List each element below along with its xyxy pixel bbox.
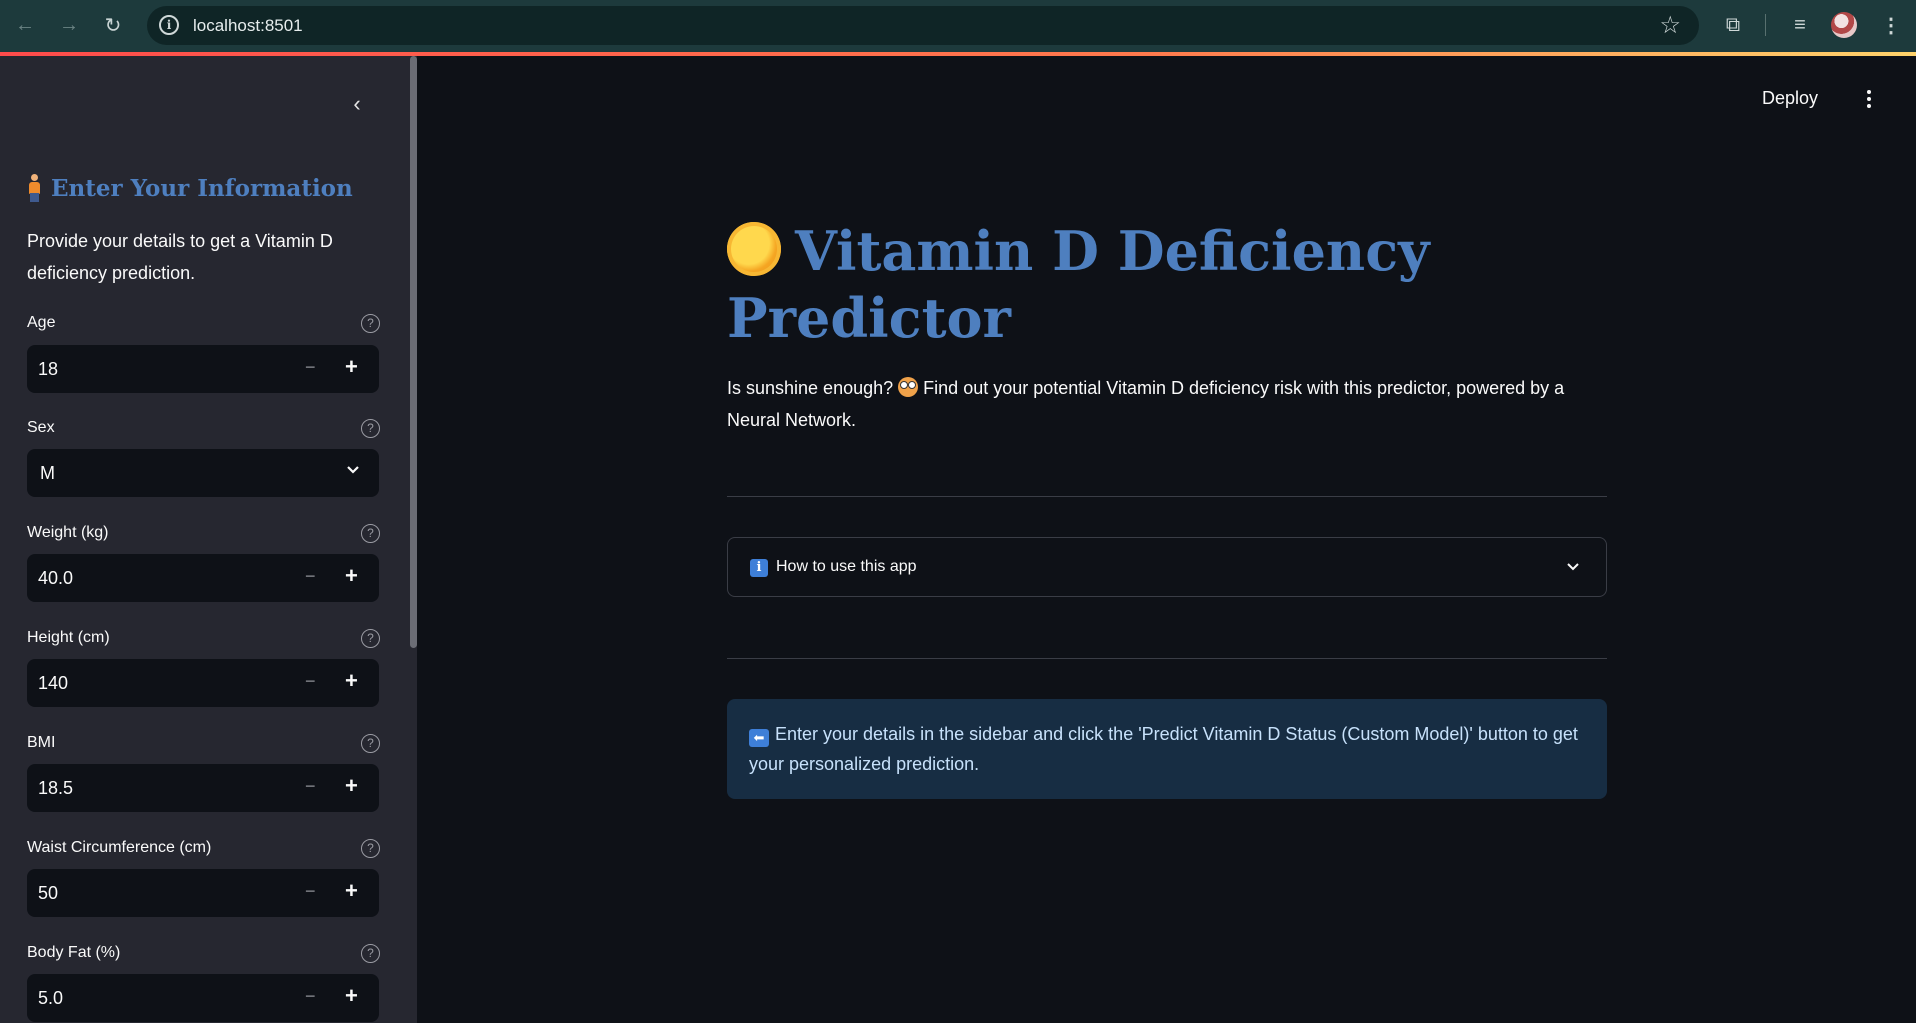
body-fat-value[interactable]: 5.0 — [38, 988, 63, 1009]
sidebar: ‹ Enter Your Information Provide your de… — [0, 56, 417, 1023]
page-title-text: Vitamin D Deficiency Predictor — [727, 219, 1430, 350]
back-arrow-icon[interactable]: ← — [10, 10, 40, 40]
toolbar-divider — [1765, 14, 1766, 36]
divider — [727, 496, 1607, 497]
height-label: Height (cm) — [27, 629, 110, 646]
profile-avatar[interactable] — [1831, 12, 1857, 38]
age-input[interactable]: 18 − + — [27, 345, 379, 393]
intro-text: Is sunshine enough? Find out your potent… — [727, 372, 1607, 436]
bmi-input[interactable]: 18.5 − + — [27, 764, 379, 812]
decrement-button[interactable]: − — [305, 986, 316, 1007]
body-fat-label: Body Fat (%) — [27, 944, 121, 961]
sidebar-title-text: Enter Your Information — [51, 174, 353, 202]
reload-icon[interactable]: ↻ — [98, 10, 128, 40]
help-icon[interactable]: ? — [361, 839, 380, 858]
sidebar-scrollbar[interactable] — [410, 56, 417, 648]
person-icon — [27, 174, 41, 202]
site-info-icon[interactable]: i — [159, 15, 179, 35]
page-title: Vitamin D Deficiency Predictor — [727, 218, 1627, 352]
divider — [727, 658, 1607, 659]
increment-button[interactable]: + — [345, 773, 358, 799]
chevron-down-icon[interactable] — [1566, 560, 1580, 574]
help-icon[interactable]: ? — [361, 629, 380, 648]
sex-value[interactable]: M — [40, 463, 55, 484]
weight-label: Weight (kg) — [27, 524, 109, 541]
decrement-button[interactable]: − — [305, 357, 316, 378]
info-alert: ⬅ Enter your details in the sidebar and c… — [727, 699, 1607, 799]
sidebar-title: Enter Your Information — [27, 174, 353, 202]
info-icon: i — [750, 559, 768, 577]
decrement-button[interactable]: − — [305, 671, 316, 692]
weight-value[interactable]: 40.0 — [38, 568, 73, 589]
body-fat-input[interactable]: 5.0 − + — [27, 974, 379, 1022]
left-arrow-icon: ⬅ — [749, 729, 769, 747]
sun-icon — [727, 222, 781, 276]
height-input[interactable]: 140 − + — [27, 659, 379, 707]
alert-message: ⬅ Enter your details in the sidebar and c… — [749, 719, 1594, 779]
age-label: Age — [27, 314, 56, 331]
age-value[interactable]: 18 — [38, 359, 58, 380]
browser-toolbar: ← → ↻ i localhost:8501 ☆ ⧉ ≡ ⋮ — [0, 0, 1916, 52]
decrement-button[interactable]: − — [305, 566, 316, 587]
alert-text: Enter your details in the sidebar and cl… — [749, 724, 1578, 774]
app-menu-icon[interactable] — [1862, 88, 1876, 110]
waist-label: Waist Circumference (cm) — [27, 839, 212, 856]
increment-button[interactable]: + — [345, 563, 358, 589]
bmi-label: BMI — [27, 734, 56, 751]
extensions-icon[interactable]: ⧉ — [1718, 10, 1748, 40]
flushed-face-icon — [898, 377, 919, 397]
how-to-use-expander[interactable]: i How to use this app — [727, 537, 1607, 597]
help-icon[interactable]: ? — [361, 524, 380, 543]
waist-input[interactable]: 50 − + — [27, 869, 379, 917]
bookmark-star-icon[interactable]: ☆ — [1659, 11, 1681, 40]
help-icon[interactable]: ? — [361, 734, 380, 753]
waist-value[interactable]: 50 — [38, 883, 58, 904]
chevron-down-icon[interactable] — [346, 463, 360, 477]
browser-menu-icon[interactable]: ⋮ — [1876, 10, 1906, 40]
deploy-button[interactable]: Deploy — [1762, 88, 1818, 109]
sidebar-description: Provide your details to get a Vitamin D … — [27, 231, 333, 283]
help-icon[interactable]: ? — [361, 314, 380, 333]
url-text[interactable]: localhost:8501 — [193, 16, 303, 36]
media-queue-icon[interactable]: ≡ — [1785, 10, 1815, 40]
forward-arrow-icon[interactable]: → — [54, 10, 84, 40]
height-value[interactable]: 140 — [38, 673, 68, 694]
expander-label[interactable]: How to use this app — [776, 558, 917, 576]
intro-question: Is sunshine enough? — [727, 378, 894, 398]
collapse-sidebar-icon[interactable]: ‹ — [345, 92, 369, 116]
decrement-button[interactable]: − — [305, 776, 316, 797]
weight-input[interactable]: 40.0 − + — [27, 554, 379, 602]
sex-select[interactable]: M — [27, 449, 379, 497]
increment-button[interactable]: + — [345, 878, 358, 904]
bmi-value[interactable]: 18.5 — [38, 778, 73, 799]
address-bar[interactable]: i localhost:8501 ☆ — [147, 6, 1699, 45]
help-icon[interactable]: ? — [361, 944, 380, 963]
increment-button[interactable]: + — [345, 668, 358, 694]
decrement-button[interactable]: − — [305, 881, 316, 902]
sex-label: Sex — [27, 419, 55, 436]
help-icon[interactable]: ? — [361, 419, 380, 438]
increment-button[interactable]: + — [345, 983, 358, 1009]
increment-button[interactable]: + — [345, 354, 358, 380]
